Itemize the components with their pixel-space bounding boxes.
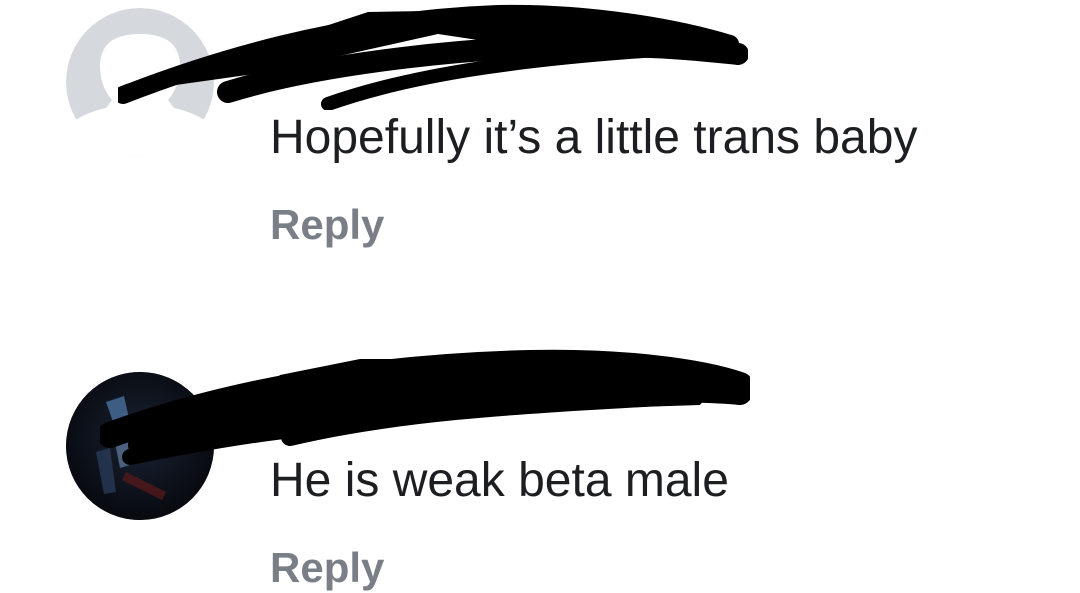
comment-text: He is weak beta male — [270, 454, 729, 507]
reply-button[interactable]: Reply — [270, 200, 384, 250]
avatar[interactable] — [66, 8, 214, 156]
dark-profile-photo-icon — [66, 372, 214, 520]
comment: He is weak beta male Reply — [0, 345, 1080, 593]
default-profile-silhouette-icon — [66, 8, 214, 156]
avatar[interactable] — [66, 372, 214, 520]
comment-text: Hopefully it’s a little trans baby — [270, 111, 918, 164]
comment-thread: Hopefully it’s a little trans baby Reply — [0, 0, 1080, 593]
reply-button[interactable]: Reply — [270, 543, 384, 593]
comment: Hopefully it’s a little trans baby Reply — [0, 0, 1080, 300]
